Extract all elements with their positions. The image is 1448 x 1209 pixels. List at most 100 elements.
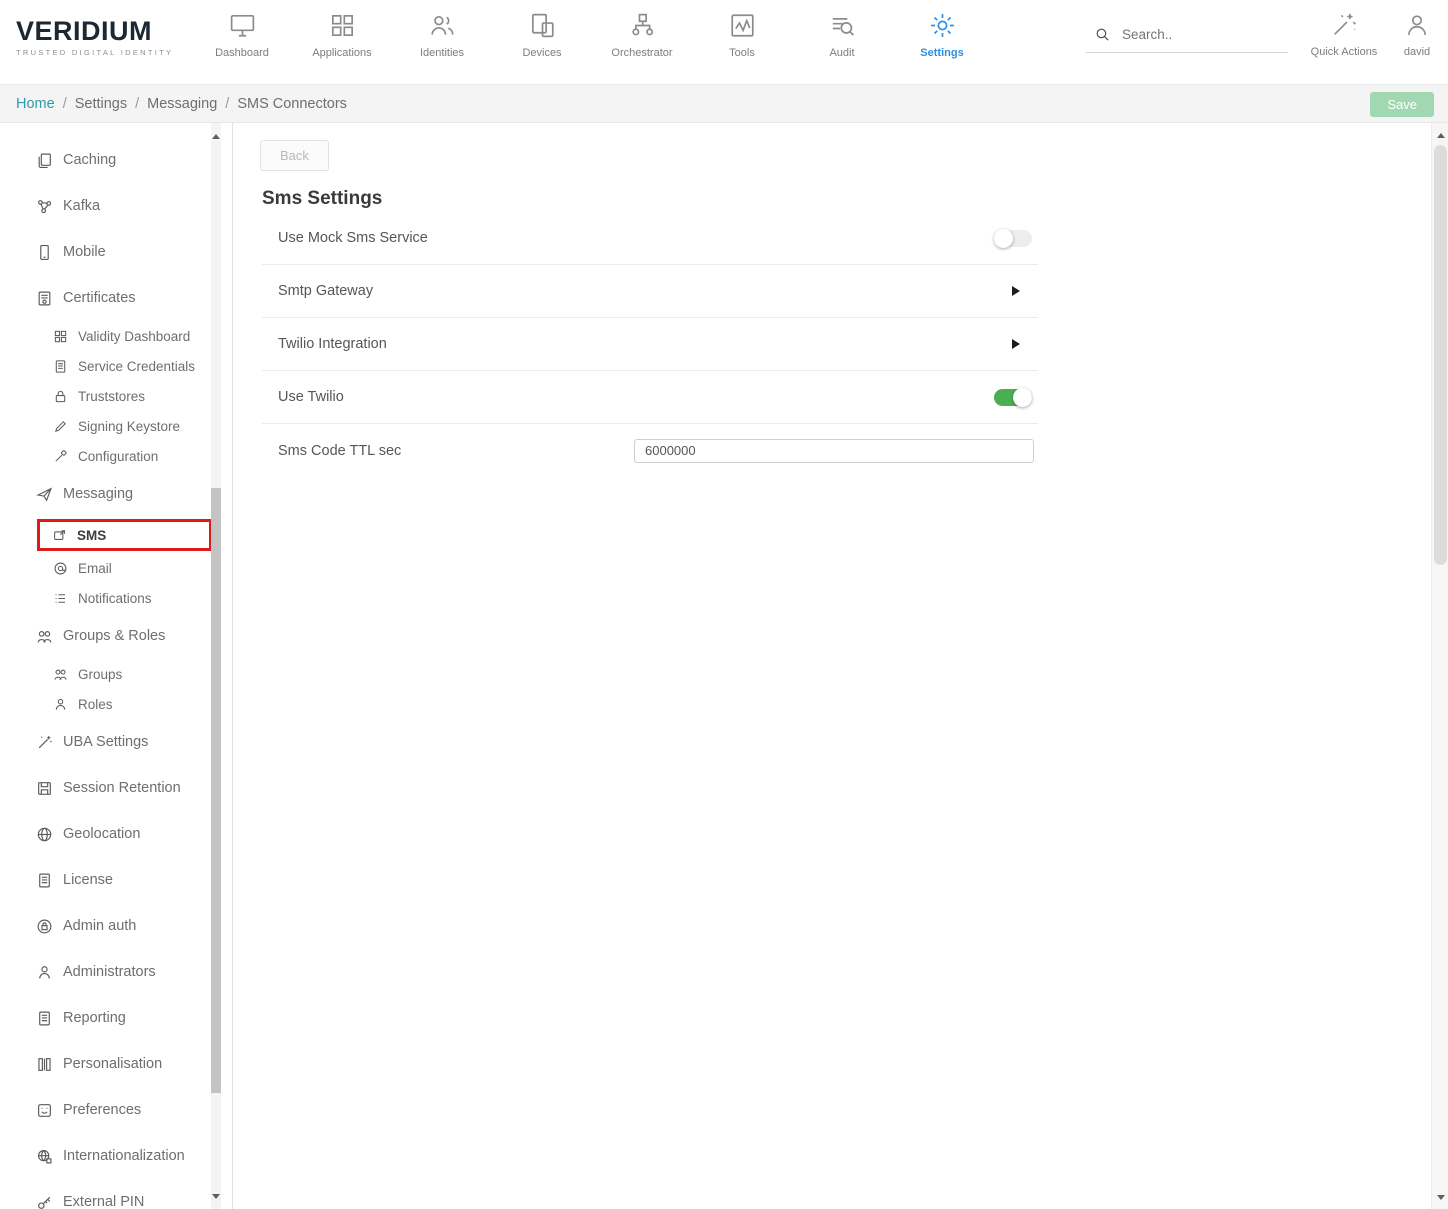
sidebar-item-notifications[interactable]: Notifications <box>0 583 232 613</box>
page-scrollbar-thumb[interactable] <box>1434 145 1447 565</box>
kafka-icon <box>36 198 53 215</box>
page-scroll-up-icon[interactable] <box>1432 127 1448 143</box>
global-search <box>1086 26 1288 53</box>
sidebar-item-roles[interactable]: Roles <box>0 689 232 719</box>
use-twilio-toggle[interactable] <box>994 389 1032 406</box>
search-input[interactable] <box>1122 27 1272 42</box>
service-credentials-icon <box>53 359 68 374</box>
settings-rows: Use Mock Sms Service Smtp Gateway Twilio… <box>262 212 1038 477</box>
email-icon <box>53 561 68 576</box>
quick-actions-button[interactable]: Quick Actions <box>1305 11 1383 58</box>
audit-icon <box>828 11 857 40</box>
sidebar-scroll-down-icon[interactable] <box>211 1189 221 1203</box>
sidebar-item-messaging[interactable]: Messaging <box>0 471 232 517</box>
sidebar-item-groups[interactable]: Groups <box>0 659 232 689</box>
sidebar-scroll-up-icon[interactable] <box>211 129 221 143</box>
sidebar-item-groups-roles[interactable]: Groups & Roles <box>0 613 232 659</box>
geolocation-icon <box>36 826 53 843</box>
use-mock-sms-service-toggle[interactable] <box>994 230 1032 247</box>
page-scrollbar[interactable] <box>1431 123 1448 1209</box>
administrators-icon <box>36 964 53 981</box>
devices-icon <box>528 11 557 40</box>
sidebar-item-uba-settings[interactable]: UBA Settings <box>0 719 232 765</box>
username: david <box>1404 46 1430 58</box>
personalisation-icon <box>36 1056 53 1073</box>
sidebar-scrollbar-thumb[interactable] <box>211 488 221 1093</box>
sidebar-item-kafka[interactable]: Kafka <box>0 183 232 229</box>
sidebar-item-external-pin[interactable]: External PIN <box>0 1179 232 1209</box>
breadcrumb-home[interactable]: Home <box>16 96 55 112</box>
sidebar-item-mobile[interactable]: Mobile <box>0 229 232 275</box>
caching-icon <box>36 152 53 169</box>
breadcrumb-sms-connectors: SMS Connectors <box>237 96 347 112</box>
expand-arrow-icon[interactable] <box>1012 286 1020 296</box>
breadcrumb-settings[interactable]: Settings <box>75 96 127 112</box>
sidebar-item-license[interactable]: License <box>0 857 232 903</box>
nav-item-settings[interactable]: Settings <box>892 11 992 59</box>
nav-item-applications[interactable]: Applications <box>292 11 392 59</box>
roles-icon <box>53 697 68 712</box>
messaging-icon <box>36 486 53 503</box>
toggle-knob <box>994 229 1013 248</box>
breadcrumb-bar: Home / Settings / Messaging / SMS Connec… <box>0 85 1448 123</box>
sidebar-item-reporting[interactable]: Reporting <box>0 995 232 1041</box>
sidebar-item-truststores[interactable]: Truststores <box>0 381 232 411</box>
nav-item-audit[interactable]: Audit <box>792 11 892 59</box>
brand-tagline: TRUSTED DIGITAL IDENTITY <box>16 48 173 57</box>
nav-item-orchestrator[interactable]: Orchestrator <box>592 11 692 59</box>
sidebar-item-validity-dashboard[interactable]: Validity Dashboard <box>0 321 232 351</box>
expand-arrow-icon[interactable] <box>1012 339 1020 349</box>
user-icon <box>1403 11 1431 39</box>
sidebar-item-admin-auth[interactable]: Admin auth <box>0 903 232 949</box>
sidebar-item-certificates[interactable]: Certificates <box>0 275 232 321</box>
magic-wand-icon <box>1330 11 1358 39</box>
setting-row-use-mock-sms-service: Use Mock Sms Service <box>262 212 1038 265</box>
sidebar-item-email[interactable]: Email <box>0 553 232 583</box>
sidebar-item-configuration[interactable]: Configuration <box>0 441 232 471</box>
signing-keystore-icon <box>53 419 68 434</box>
back-button[interactable]: Back <box>260 140 329 171</box>
top-navigation-bar: VERIDIUM TRUSTED DIGITAL IDENTITY Dashbo… <box>0 0 1448 85</box>
setting-row-twilio-integration[interactable]: Twilio Integration <box>262 318 1038 371</box>
sidebar-item-sms[interactable]: SMS <box>37 519 212 551</box>
sidebar-item-service-credentials[interactable]: Service Credentials <box>0 351 232 381</box>
truststores-icon <box>53 389 68 404</box>
save-button[interactable]: Save <box>1370 92 1434 117</box>
sidebar-item-personalisation[interactable]: Personalisation <box>0 1041 232 1087</box>
sidebar-item-administrators[interactable]: Administrators <box>0 949 232 995</box>
veridium-logo[interactable]: VERIDIUM TRUSTED DIGITAL IDENTITY <box>16 16 173 57</box>
sidebar-item-internationalization[interactable]: Internationalization <box>0 1133 232 1179</box>
sidebar-item-signing-keystore[interactable]: Signing Keystore <box>0 411 232 441</box>
sidebar-item-caching[interactable]: Caching <box>0 137 232 183</box>
breadcrumb-messaging[interactable]: Messaging <box>147 96 217 112</box>
toggle-knob <box>1013 388 1032 407</box>
groups-icon <box>53 667 68 682</box>
main-nav: Dashboard Applications Identities Device… <box>192 11 992 59</box>
search-icon[interactable] <box>1094 26 1111 43</box>
mobile-icon <box>36 244 53 261</box>
nav-item-identities[interactable]: Identities <box>392 11 492 59</box>
user-menu[interactable]: david <box>1392 11 1442 58</box>
external-pin-icon <box>36 1194 53 1209</box>
nav-item-devices[interactable]: Devices <box>492 11 592 59</box>
preferences-icon <box>36 1102 53 1119</box>
nav-item-dashboard[interactable]: Dashboard <box>192 11 292 59</box>
applications-icon <box>328 11 357 40</box>
page-scroll-down-icon[interactable] <box>1432 1189 1448 1205</box>
nav-item-tools[interactable]: Tools <box>692 11 792 59</box>
sidebar-item-geolocation[interactable]: Geolocation <box>0 811 232 857</box>
sms-code-ttl-input[interactable] <box>634 439 1034 463</box>
admin-auth-icon <box>36 918 53 935</box>
sms-settings-panel: Back Sms Settings Use Mock Sms Service S… <box>233 123 1448 1209</box>
certificates-icon <box>36 290 53 307</box>
sidebar-item-preferences[interactable]: Preferences <box>0 1087 232 1133</box>
notifications-icon <box>53 591 68 606</box>
tools-icon <box>728 11 757 40</box>
sidebar-item-session-retention[interactable]: Session Retention <box>0 765 232 811</box>
page-title: Sms Settings <box>262 188 1448 210</box>
internationalization-icon <box>36 1148 53 1165</box>
setting-row-smtp-gateway[interactable]: Smtp Gateway <box>262 265 1038 318</box>
setting-row-sms-code-ttl: Sms Code TTL sec <box>262 424 1038 477</box>
orchestrator-icon <box>628 11 657 40</box>
license-icon <box>36 872 53 889</box>
